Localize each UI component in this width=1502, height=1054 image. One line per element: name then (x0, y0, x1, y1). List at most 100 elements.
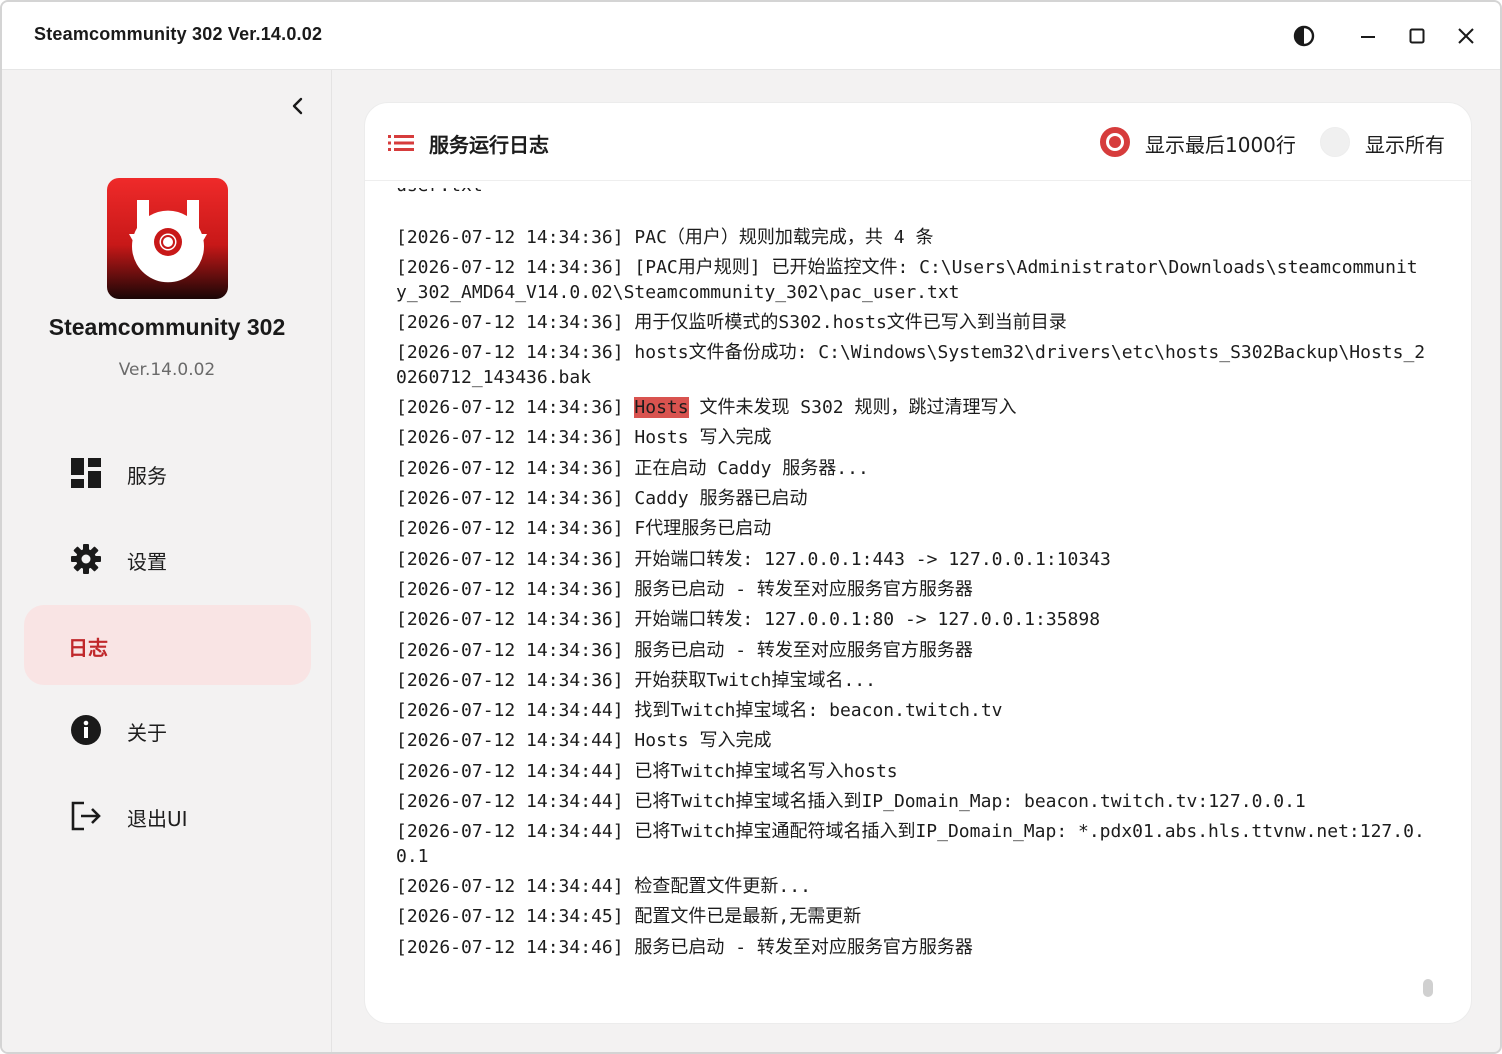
log-line-partial: user.txt (396, 188, 596, 200)
nav-label: 关于 (127, 721, 167, 745)
nav-label: 日志 (68, 636, 108, 660)
app-window: Steamcommunity 302 Ver.14.0.02 Steamcomm… (0, 0, 1502, 1054)
log-timestamp: [2026-07-12 14:34:36] (396, 397, 635, 419)
log-timestamp: [2026-07-12 14:34:44] (396, 876, 635, 898)
log-message: Hosts 写入完成 (634, 427, 772, 449)
maximize-icon (1409, 28, 1425, 44)
log-timestamp: [2026-07-12 14:34:44] (396, 760, 635, 782)
info-icon (70, 714, 102, 746)
log-message: 开始获取Twitch掉宝域名... (634, 669, 876, 691)
theme-toggle-button[interactable] (1284, 16, 1324, 56)
close-button[interactable] (1446, 16, 1486, 56)
log-message: 找到Twitch掉宝域名: beacon.twitch.tv (634, 700, 1003, 722)
log-line: [2026-07-12 14:34:36] 用于仅监听模式的S302.hosts… (396, 311, 1426, 336)
list-icon (388, 135, 414, 151)
log-message: 配置文件已是最新,无需更新 (634, 906, 862, 928)
window-title: Steamcommunity 302 Ver.14.0.02 (34, 24, 323, 44)
log-timestamp: [2026-07-12 14:34:36] (396, 488, 635, 510)
log-line: [2026-07-12 14:34:36] hosts文件备份成功: C:\Wi… (396, 341, 1426, 390)
log-message: 开始端口转发: 127.0.0.1:443 -> 127.0.0.1:10343 (634, 548, 1111, 570)
log-output[interactable]: user.txt [2026-07-12 14:34:36] PAC（用户）规则… (365, 182, 1471, 1023)
radio-show-all[interactable] (1320, 127, 1350, 157)
gear-icon (70, 543, 102, 575)
log-timestamp: [2026-07-12 14:34:44] (396, 791, 635, 813)
log-timestamp: [2026-07-12 14:34:36] (396, 427, 635, 449)
log-line: [2026-07-12 14:34:36] [PAC用户规则] 已开始监控文件:… (396, 256, 1426, 305)
nav-item-log[interactable]: 日志 (24, 605, 311, 685)
log-message: Caddy 服务器已启动 (634, 488, 808, 510)
log-lines: [2026-07-12 14:34:36] PAC（用户）规则加载完成，共 4 … (396, 226, 1426, 966)
panel-header: 服务运行日志 显示最后1000行 显示所有 (365, 103, 1471, 181)
chevron-left-icon (292, 97, 303, 115)
app-version: Ver.14.0.02 (118, 360, 216, 380)
log-message: 已将Twitch掉宝域名写入hosts (634, 760, 898, 782)
log-message: Hosts 写入完成 (634, 730, 772, 752)
log-timestamp: [2026-07-12 14:34:36] (396, 548, 635, 570)
log-line: [2026-07-12 14:34:36] 开始端口转发: 127.0.0.1:… (396, 608, 1426, 633)
maximize-button[interactable] (1397, 16, 1437, 56)
log-panel: 服务运行日志 显示最后1000行 显示所有 user.txt [2026-07-… (364, 102, 1472, 1024)
log-line: [2026-07-12 14:34:44] 已将Twitch掉宝通配符域名插入到… (396, 820, 1426, 869)
log-line: [2026-07-12 14:34:44] 已将Twitch掉宝域名写入host… (396, 760, 1426, 785)
close-icon (1458, 28, 1474, 44)
nav-label: 服务 (127, 464, 167, 488)
radio-last-1000-label[interactable]: 显示最后1000行 (1145, 129, 1296, 158)
app-name: Steamcommunity 302 (48, 314, 286, 340)
log-line: [2026-07-12 14:34:44] 找到Twitch掉宝域名: beac… (396, 699, 1426, 724)
sidebar: Steamcommunity 302 Ver.14.0.02 服务 设置 日志 … (2, 70, 332, 1052)
nav-item-service[interactable]: 服务 (24, 433, 311, 513)
log-timestamp: [2026-07-12 14:34:36] (396, 312, 635, 334)
log-message: PAC（用户）规则加载完成，共 4 条 (634, 227, 934, 248)
minimize-icon (1361, 36, 1375, 38)
log-message: 服务已启动 - 转发至对应服务官方服务器 (634, 936, 973, 958)
nav-item-about[interactable]: 关于 (24, 690, 311, 770)
title-bar: Steamcommunity 302 Ver.14.0.02 (2, 2, 1500, 70)
log-message: 检查配置文件更新... (634, 876, 811, 898)
minimize-button[interactable] (1348, 16, 1388, 56)
log-timestamp: [2026-07-12 14:34:45] (396, 906, 635, 928)
log-line: [2026-07-12 14:34:36] 服务已启动 - 转发至对应服务官方服… (396, 578, 1426, 603)
nav-item-exit[interactable]: 退出UI (24, 776, 311, 856)
log-line: [2026-07-12 14:34:36] Hosts 文件未发现 S302 规… (396, 396, 1426, 421)
log-timestamp: [2026-07-12 14:34:36] (396, 609, 635, 631)
log-line: [2026-07-12 14:34:36] Hosts 写入完成 (396, 426, 1426, 451)
log-message: 开始端口转发: 127.0.0.1:80 -> 127.0.0.1:35898 (634, 609, 1101, 631)
radio-last-1000[interactable] (1100, 127, 1130, 157)
log-message: 用于仅监听模式的S302.hosts文件已写入到当前目录 (634, 312, 1067, 334)
log-line: [2026-07-12 14:34:36] 开始获取Twitch掉宝域名... (396, 669, 1426, 694)
nav-label: 退出UI (127, 807, 188, 831)
log-line: [2026-07-12 14:34:36] 正在启动 Caddy 服务器... (396, 457, 1426, 482)
log-timestamp: [2026-07-12 14:34:36] (396, 257, 635, 279)
search-highlight: Hosts (634, 397, 689, 419)
nav-label: 设置 (127, 550, 167, 574)
collapse-sidebar-button[interactable] (278, 86, 318, 126)
log-message: 服务已启动 - 转发至对应服务官方服务器 (634, 578, 973, 600)
log-line: [2026-07-12 14:34:46] 服务已启动 - 转发至对应服务官方服… (396, 936, 1426, 961)
log-timestamp: [2026-07-12 14:34:36] (396, 518, 635, 540)
log-line: [2026-07-12 14:34:36] 开始端口转发: 127.0.0.1:… (396, 548, 1426, 573)
log-timestamp: [2026-07-12 14:34:44] (396, 730, 635, 752)
nav-item-settings[interactable]: 设置 (24, 519, 311, 599)
app-logo (107, 178, 228, 299)
log-timestamp: [2026-07-12 14:34:36] (396, 342, 635, 364)
radio-show-all-label[interactable]: 显示所有 (1365, 129, 1445, 158)
log-message: F代理服务已启动 (634, 518, 772, 540)
log-line: [2026-07-12 14:34:44] 已将Twitch掉宝域名插入到IP_… (396, 790, 1426, 815)
log-timestamp: [2026-07-12 14:34:36] (396, 639, 635, 661)
exit-icon (70, 800, 102, 832)
log-line: [2026-07-12 14:34:36] 服务已启动 - 转发至对应服务官方服… (396, 639, 1426, 664)
log-timestamp: [2026-07-12 14:34:36] (396, 578, 635, 600)
log-timestamp: [2026-07-12 14:34:44] (396, 700, 635, 722)
log-line: [2026-07-12 14:34:44] 检查配置文件更新... (396, 875, 1426, 900)
log-message: 正在启动 Caddy 服务器... (634, 457, 869, 479)
log-line: [2026-07-12 14:34:36] Caddy 服务器已启动 (396, 487, 1426, 512)
log-timestamp: [2026-07-12 14:34:36] (396, 227, 635, 248)
panel-title: 服务运行日志 (429, 133, 549, 157)
scrollbar-thumb[interactable] (1423, 979, 1433, 997)
dashboard-icon (70, 457, 102, 489)
log-line: [2026-07-12 14:34:45] 配置文件已是最新,无需更新 (396, 905, 1426, 930)
log-timestamp: [2026-07-12 14:34:44] (396, 821, 635, 843)
log-timestamp: [2026-07-12 14:34:36] (396, 669, 635, 691)
log-message: 服务已启动 - 转发至对应服务官方服务器 (634, 639, 973, 661)
log-line: [2026-07-12 14:34:36] PAC（用户）规则加载完成，共 4 … (396, 226, 1426, 251)
